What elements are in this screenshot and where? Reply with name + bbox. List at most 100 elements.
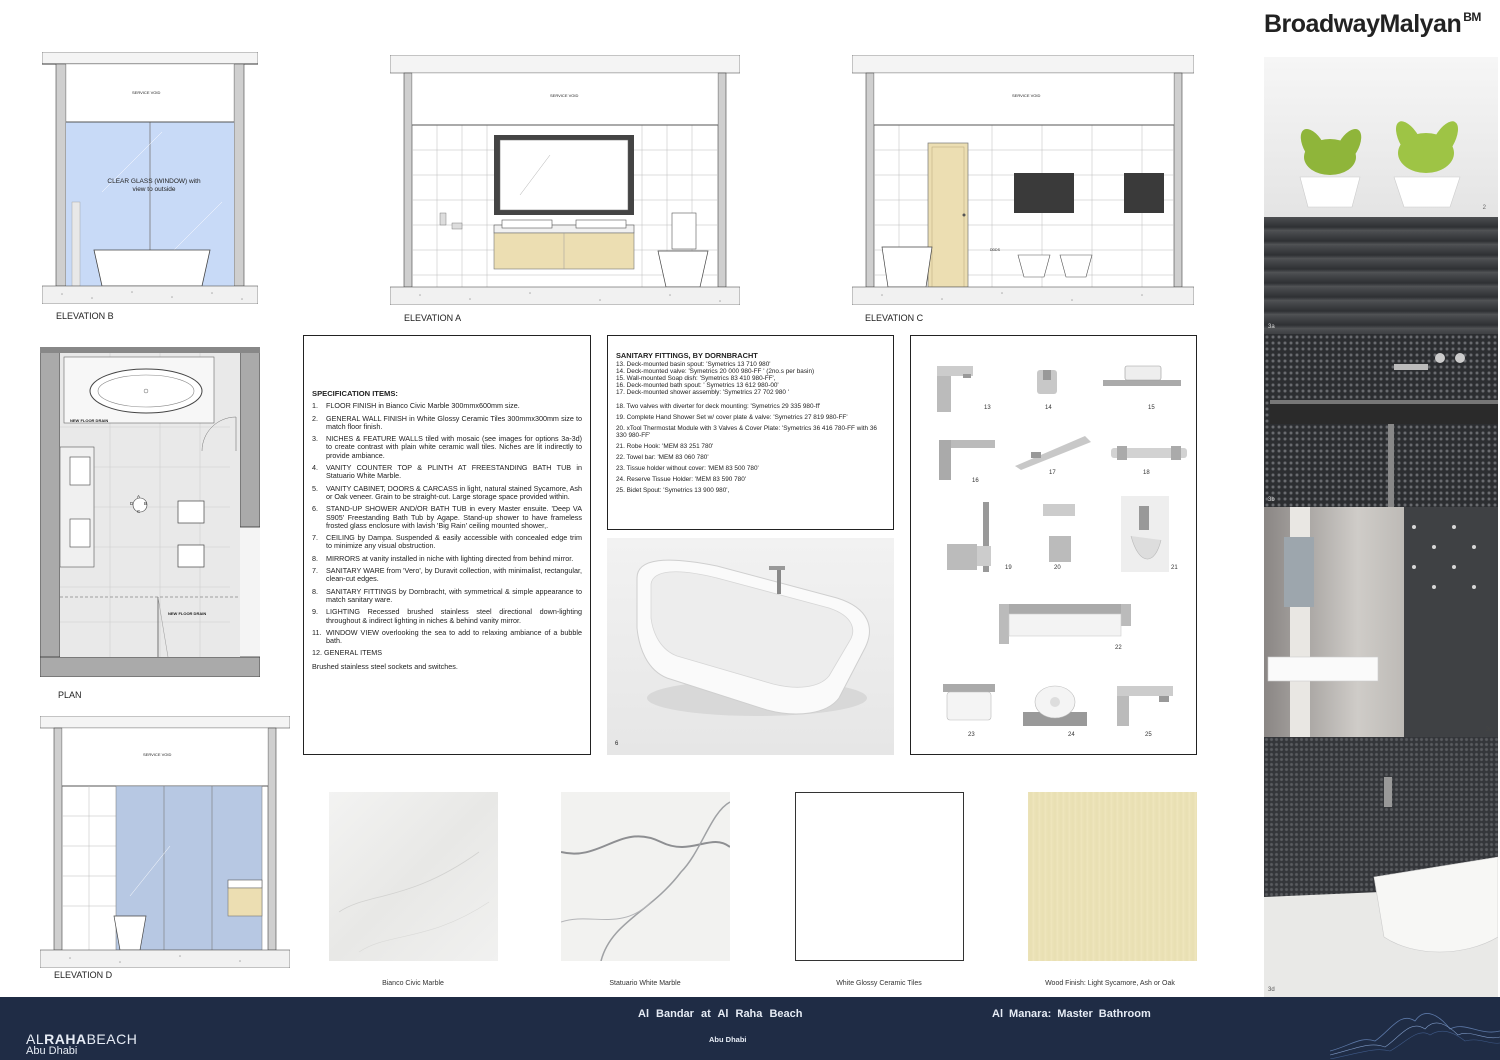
fitting-line: 14. Deck-mounted valve: 'Symetrics 20 00… <box>616 368 815 376</box>
fittings-photo-panel: 13 14 15 16 17 18 19 20 21 22 23 24 25 <box>910 335 1197 755</box>
elevation-b-glass-note: CLEAR GLASS (WINDOW) with view to outsid… <box>96 178 212 194</box>
project-title: Al Bandar at Al Raha Beach <box>638 1008 803 1020</box>
elevation-b-drawing: SERVICE VOID CLEAR GLASS (WINDOW) with v… <box>42 52 258 304</box>
bidet-spout-image <box>1117 686 1173 726</box>
spec-general-title: 12. GENERAL ITEMS <box>312 648 383 658</box>
fitting-line: 22. Towel bar: 'MEM 83 060 780' <box>616 454 709 462</box>
spec-item: 7. SANITARY WARE from 'Vero', by Duravit … <box>312 566 582 584</box>
fitting-number: 21 <box>1171 565 1178 571</box>
swatch-caption: White Glossy Ceramic Tiles <box>836 980 922 987</box>
fitting-number: 22 <box>1115 645 1122 651</box>
fitting-line: 21. Robe Hook: 'MEM 83 251 780' <box>616 442 714 450</box>
elevation-a-label: ELEVATION A <box>404 313 462 323</box>
fitting-line: 20. xTool Thermostat Module with 3 Valve… <box>616 424 877 439</box>
spec-title: SPECIFICATION ITEMS: <box>312 389 398 398</box>
reserve-tissue-holder-image <box>1023 685 1087 726</box>
bath-spout-image <box>939 440 995 480</box>
spec-general-text: Brushed stainless steel sockets and swit… <box>312 661 458 671</box>
spec-item: 6. STAND-UP SHOWER AND/OR BATH TUB in eve… <box>312 504 582 530</box>
elevation-b-service-void: SERVICE VOID <box>132 90 161 95</box>
swatch-statuario-white-marble <box>560 792 731 962</box>
bathtub-photo-number: 6 <box>615 741 619 747</box>
fitting-line: 17. Deck-mounted shower assembly: 'Symet… <box>616 389 789 397</box>
logo-part-3: BEACH <box>86 1031 138 1047</box>
valve-image <box>1037 370 1057 394</box>
fitting-number: 24 <box>1068 732 1075 738</box>
fitting-number: 14 <box>1045 405 1052 411</box>
fitting-line: 25. Bidet Spout: 'Symetrics 13 900 980', <box>616 487 730 495</box>
mood-photo-number: 2 <box>1482 205 1486 211</box>
mood-photo-number: 3d <box>1268 987 1275 993</box>
spec-item: 1. FLOOR FINISH in Bianco Civic Marble 30… <box>312 401 520 411</box>
sheet-title: Al Manara: Master Bathroom <box>992 1008 1151 1020</box>
mood-photo-3a: 3a <box>1264 217 1498 334</box>
elevation-c-service-void: SERVICE VOID <box>1012 93 1041 98</box>
spec-item: 7. CEILING by Dampa. Suspended & easily a… <box>312 533 582 551</box>
plan-floor-drain-2: NEW FLOOR DRAIN <box>168 611 207 616</box>
fitting-line: 15. Wall-mounted Soap dish: 'Symetrics 8… <box>616 375 776 383</box>
towel-bar-image <box>999 604 1131 644</box>
spec-item: 5. VANITY CABINET, DOORS & CARCASS in lig… <box>312 483 582 501</box>
elevation-b-label: ELEVATION B <box>56 311 114 321</box>
mood-photo-3d: 3d <box>1264 737 1498 997</box>
mood-photo-number: 3a <box>1268 324 1275 330</box>
swatch-caption: Statuario White Marble <box>609 980 681 987</box>
mood-photo-2: 2 <box>1264 57 1498 217</box>
elevation-c-drawing: SERVICE VOID DDDS <box>852 55 1194 305</box>
fitting-number: 18 <box>1143 470 1150 476</box>
footer-bar: ALRAHABEACH Abu Dhabi Al Bandar at Al Ra… <box>0 997 1500 1060</box>
project-location: Abu Dhabi <box>709 1035 747 1044</box>
spec-item: 8. MIRRORS at vanity installed in niche w… <box>312 553 574 563</box>
fitting-line: 24. Reserve Tissue Holder: 'MEM 83 590 7… <box>616 476 746 484</box>
plan-label: PLAN <box>58 690 82 700</box>
elevation-d-service-void: SERVICE VOID <box>143 752 172 757</box>
specification-panel: SPECIFICATION ITEMS: 1. FLOOR FINISH in B… <box>303 335 591 755</box>
wave-graphic-icon <box>1330 1013 1500 1059</box>
tissue-holder-image <box>943 684 995 721</box>
mood-photo-3b: 3b <box>1264 334 1498 507</box>
brand-name: BroadwayMalyan <box>1264 10 1462 38</box>
fittings-title: SANITARY FITTINGS, BY DORNBRACHT <box>616 351 758 360</box>
plan-drawing: NEW FLOOR DRAIN NEW FLOOR DRAIN A B C D <box>40 347 260 677</box>
fitting-line: 16. Deck-mounted bath spout: ' Symetrics… <box>616 382 779 390</box>
fitting-line: 23. Tissue holder without cover: 'MEM 83… <box>616 465 759 473</box>
fitting-number: 16 <box>972 478 979 484</box>
spec-item: 4. VANITY COUNTER TOP & PLINTH AT FREESTA… <box>312 463 582 481</box>
mood-photo-3c: 3c <box>1264 507 1498 737</box>
shower-assembly-image <box>1015 436 1091 470</box>
bathtub-photo: 6 <box>607 538 894 755</box>
swatch-wood-finish <box>1028 792 1197 961</box>
fitting-number: 15 <box>1148 405 1155 411</box>
fitting-line: 13. Deck-mounted basin spout: 'Symetrics… <box>616 361 771 369</box>
fitting-number: 19 <box>1005 565 1012 571</box>
swatch-bianco-civic-marble <box>329 792 498 961</box>
elevation-a-drawing: SERVICE VOID <box>390 55 740 305</box>
basin-spout-image <box>937 366 973 412</box>
plan-floor-drain-1: NEW FLOOR DRAIN <box>70 418 109 423</box>
hand-shower-image <box>947 502 991 572</box>
swatch-caption: Wood Finish: Light Sycamore, Ash or Oak <box>1045 980 1175 987</box>
fitting-line: 18. Two valves with diverter for deck mo… <box>616 402 821 410</box>
fitting-number: 13 <box>984 405 991 411</box>
fitting-line: 19. Complete Hand Shower Set w/ cover pl… <box>616 413 848 421</box>
fitting-number: 20 <box>1054 565 1061 571</box>
elevation-d-label: ELEVATION D <box>54 970 113 980</box>
mood-photo-number: 3c <box>1485 727 1492 733</box>
plan-marker-d: D <box>130 501 134 506</box>
spec-item: 2. GENERAL WALL FINISH in White Glossy Ce… <box>312 413 582 431</box>
fitting-number: 25 <box>1145 732 1152 738</box>
elevation-d-drawing: SERVICE VOID <box>40 716 290 968</box>
glass-note-line-2: view to outside <box>132 186 176 193</box>
thermostat-image <box>1043 504 1075 562</box>
glass-note-line-1: CLEAR GLASS (WINDOW) with <box>107 178 201 185</box>
spec-item: 11. WINDOW VIEW overlooking the sea to ad… <box>312 627 582 646</box>
spec-item: 3. NICHES & FEATURE WALLS tiled with mosa… <box>312 434 582 460</box>
brand-mark: BM <box>1463 10 1481 24</box>
brand-logo: BroadwayMalyan BM <box>1264 10 1481 39</box>
robe-hook-image <box>1121 496 1169 572</box>
soap-dish-image <box>1103 365 1181 386</box>
diverter-valves-image <box>1111 446 1187 460</box>
fitting-number: 23 <box>968 732 975 738</box>
plan-marker-b: B <box>144 501 148 506</box>
swatch-caption: Bianco Civic Marble <box>382 980 444 987</box>
